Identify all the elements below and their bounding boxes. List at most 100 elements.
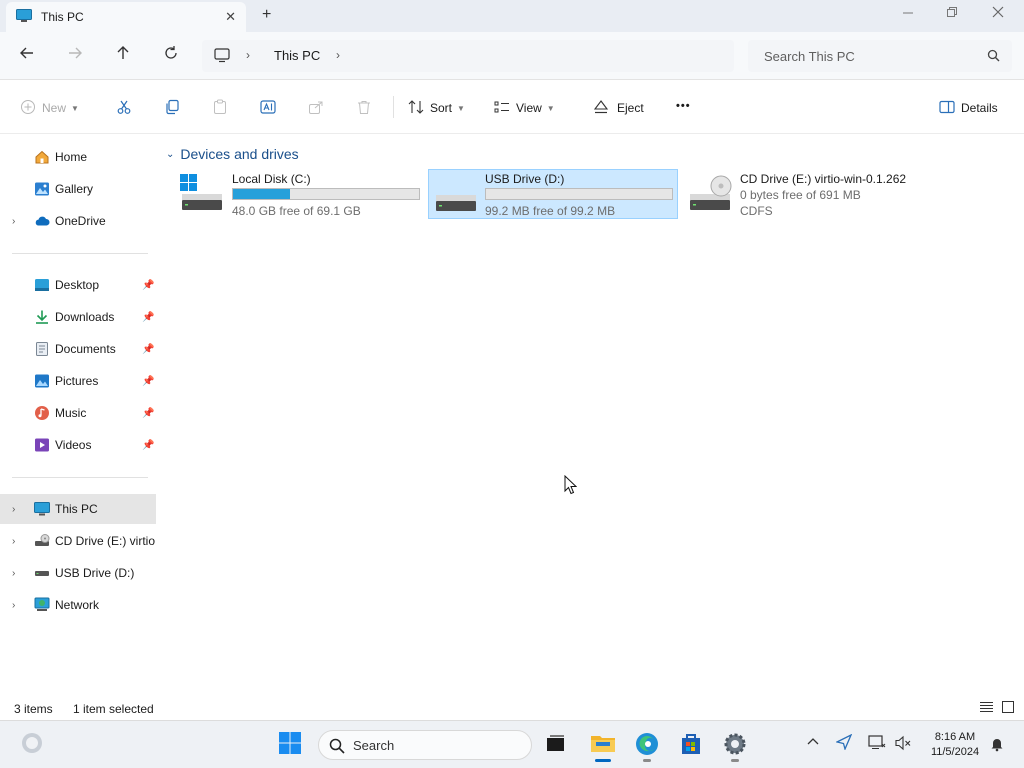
- sidebar-item-music[interactable]: Music 📌: [0, 398, 156, 428]
- breadcrumb[interactable]: › This PC ›: [202, 40, 734, 72]
- chevron-down-icon: ▼: [546, 103, 555, 113]
- drive-name: USB Drive (D:): [485, 172, 565, 186]
- chevron-right-icon[interactable]: ›: [12, 216, 15, 227]
- tiles-view-icon[interactable]: [1002, 701, 1014, 716]
- file-explorer-icon[interactable]: [590, 731, 616, 762]
- download-icon: [34, 309, 50, 328]
- taskbar-search[interactable]: Search: [318, 730, 532, 760]
- task-view-icon[interactable]: [544, 731, 570, 757]
- volume-muted-icon[interactable]: [894, 735, 912, 754]
- clipboard-icon: [212, 99, 228, 118]
- sidebar-item-label: Home: [55, 150, 88, 164]
- running-indicator: [595, 759, 611, 762]
- new-button[interactable]: New ▼: [20, 98, 79, 118]
- close-window-icon[interactable]: [992, 6, 1004, 21]
- sidebar-item-network[interactable]: › Network: [0, 590, 156, 620]
- back-arrow-icon[interactable]: [16, 45, 38, 67]
- forward-arrow-icon[interactable]: [64, 45, 86, 67]
- drive-local-disk-c[interactable]: Local Disk (C:) 48.0 GB free of 69.1 GB: [176, 170, 426, 220]
- cut-button[interactable]: [116, 98, 132, 118]
- start-button[interactable]: [278, 731, 304, 757]
- home-icon: [34, 149, 50, 168]
- file-view: ⌄ Devices and drives Local Disk (C:) 48.…: [158, 134, 1024, 694]
- pin-icon: 📌: [142, 343, 155, 355]
- search-box[interactable]: Search This PC: [748, 40, 1012, 72]
- chevron-down-icon[interactable]: ⌄: [166, 149, 174, 160]
- sidebar-item-onedrive[interactable]: › OneDrive: [0, 206, 156, 236]
- search-icon: [329, 738, 345, 757]
- more-options-button[interactable]: •••: [676, 96, 691, 116]
- restore-icon[interactable]: [946, 6, 958, 21]
- taskbar-clock[interactable]: 8:16 AM 11/5/2024: [920, 730, 990, 760]
- sidebar-item-usb-drive[interactable]: › USB Drive (D:): [0, 558, 156, 588]
- sidebar-item-desktop[interactable]: Desktop 📌: [0, 270, 156, 300]
- chevron-right-icon[interactable]: ›: [12, 600, 15, 611]
- chevron-up-icon[interactable]: [806, 734, 820, 751]
- usb-drive-icon: [34, 565, 50, 584]
- chevron-right-icon[interactable]: ›: [12, 568, 15, 579]
- details-view-icon[interactable]: [980, 701, 993, 716]
- sidebar-item-cd-drive[interactable]: › CD Drive (E:) virtio-: [0, 526, 156, 556]
- settings-gear-icon[interactable]: [722, 731, 748, 762]
- widgets-icon[interactable]: [20, 731, 44, 758]
- sidebar-item-pictures[interactable]: Pictures 📌: [0, 366, 156, 396]
- drive-cd-e[interactable]: CD Drive (E:) virtio-win-0.1.262 0 bytes…: [684, 170, 944, 220]
- sidebar-item-label: CD Drive (E:) virtio-: [55, 534, 155, 548]
- chevron-right-icon[interactable]: ›: [336, 48, 340, 62]
- sidebar-item-downloads[interactable]: Downloads 📌: [0, 302, 156, 332]
- minimize-icon[interactable]: [902, 6, 914, 21]
- rename-button[interactable]: [260, 98, 276, 118]
- close-tab-icon[interactable]: ✕: [225, 9, 236, 25]
- copy-button[interactable]: [164, 98, 180, 118]
- store-icon[interactable]: [678, 731, 704, 757]
- group-header-devices[interactable]: ⌄ Devices and drives: [166, 146, 299, 162]
- sidebar-item-videos[interactable]: Videos 📌: [0, 430, 156, 460]
- up-arrow-icon[interactable]: [112, 45, 134, 67]
- view-button[interactable]: View ▼: [494, 98, 555, 118]
- sort-button[interactable]: Sort ▼: [408, 98, 465, 118]
- notification-bell-icon[interactable]: [990, 736, 1004, 755]
- details-button[interactable]: Details: [939, 98, 998, 118]
- drive-usage-bar: [232, 188, 420, 200]
- pictures-icon: [34, 373, 50, 392]
- share-button[interactable]: [308, 98, 324, 118]
- refresh-icon[interactable]: [160, 45, 182, 67]
- sidebar-item-label: OneDrive: [55, 214, 106, 228]
- details-pane-icon: [939, 99, 955, 118]
- delete-button[interactable]: [356, 98, 372, 118]
- sidebar-item-this-pc[interactable]: › This PC: [0, 494, 156, 524]
- pin-icon: 📌: [142, 439, 155, 451]
- copy-icon: [164, 99, 180, 118]
- paste-button[interactable]: [212, 98, 228, 118]
- trash-icon: [356, 99, 372, 118]
- taskbar: Search 8:16 AM 11/5/2024: [0, 720, 1024, 768]
- sort-label: Sort: [430, 101, 453, 115]
- address-bar: › This PC › Search This PC: [0, 32, 1024, 80]
- group-header-label: Devices and drives: [180, 146, 299, 162]
- gallery-icon: [34, 181, 50, 200]
- monitor-icon[interactable]: [214, 48, 230, 66]
- drive-usb-d[interactable]: USB Drive (D:) 99.2 MB free of 99.2 MB: [428, 169, 678, 219]
- chevron-right-icon[interactable]: ›: [12, 504, 15, 515]
- sidebar-item-home[interactable]: Home: [0, 142, 156, 172]
- sidebar-item-gallery[interactable]: Gallery: [0, 174, 156, 204]
- eject-button[interactable]: Eject: [593, 98, 644, 118]
- search-input[interactable]: Search This PC: [764, 49, 855, 64]
- taskbar-search-label: Search: [353, 738, 395, 753]
- this-pc-icon: [34, 501, 50, 520]
- network-tray-icon[interactable]: [868, 734, 886, 753]
- location-icon[interactable]: [835, 733, 853, 753]
- videos-icon: [34, 437, 50, 456]
- chevron-down-icon: ▼: [71, 103, 79, 113]
- tab-this-pc[interactable]: This PC ✕: [6, 2, 246, 32]
- sidebar-item-label: This PC: [55, 502, 98, 516]
- edge-browser-icon[interactable]: [634, 731, 660, 762]
- chevron-right-icon[interactable]: ›: [246, 48, 250, 62]
- new-tab-button[interactable]: +: [262, 6, 271, 24]
- breadcrumb-this-pc[interactable]: This PC: [274, 48, 320, 63]
- divider: [12, 477, 148, 478]
- sidebar-item-documents[interactable]: Documents 📌: [0, 334, 156, 364]
- sidebar-item-label: Network: [55, 598, 100, 612]
- chevron-right-icon[interactable]: ›: [12, 536, 15, 547]
- search-icon[interactable]: [987, 49, 1000, 65]
